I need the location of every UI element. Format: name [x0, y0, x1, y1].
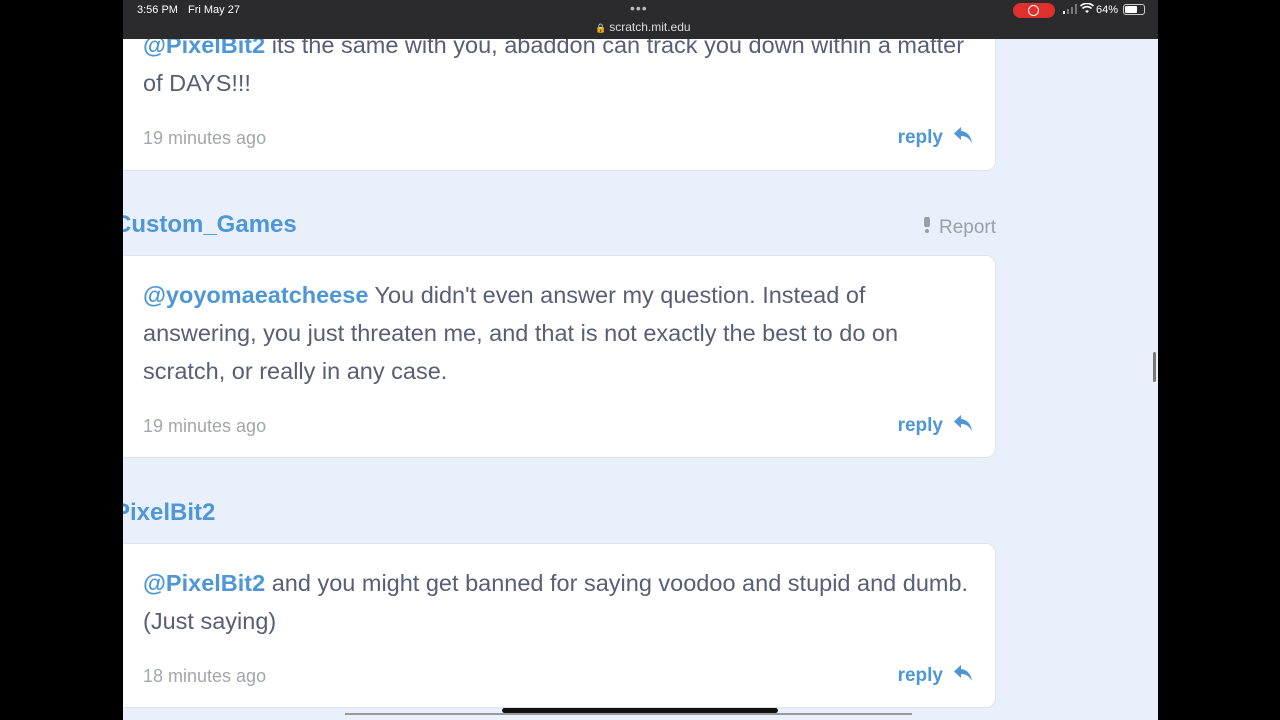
comment-mention-link[interactable]: @PixelBit2: [143, 39, 265, 58]
scrollbar-thumb[interactable]: [1153, 352, 1156, 382]
reply-label: reply: [897, 665, 943, 686]
reply-label: reply: [897, 127, 943, 148]
comment-card: @PixelBit2 and you might get banned for …: [123, 543, 996, 708]
report-icon: [923, 217, 931, 239]
comments-page: @PixelBit2 its the same with you, abaddo…: [123, 39, 1158, 720]
status-time: 3:56 PM: [137, 4, 178, 16]
comment-card: @PixelBit2 its the same with you, abaddo…: [123, 39, 996, 171]
comment-body: @PixelBit2 and you might get banned for …: [143, 564, 971, 640]
comment-mention-link[interactable]: @PixelBit2: [143, 570, 265, 596]
reply-label: reply: [897, 415, 943, 436]
comment-text: its the same with you, abaddon can track…: [143, 39, 965, 96]
reply-icon: [953, 664, 973, 688]
url-text: scratch.mit.edu: [609, 20, 691, 34]
comment-text: and you might get banned for saying vood…: [143, 570, 969, 634]
comment-card: @yoyomaeatcheese You didn't even answer …: [123, 255, 996, 458]
horizontal-scrollbar: [345, 713, 912, 715]
home-indicator[interactable]: [502, 708, 778, 713]
screen-recording-icon[interactable]: [1013, 3, 1055, 18]
comment-body: @PixelBit2 its the same with you, abaddo…: [143, 39, 971, 102]
reply-button[interactable]: reply: [898, 126, 973, 150]
reply-button[interactable]: reply: [898, 414, 973, 438]
wifi-icon: [1079, 2, 1095, 17]
comment-timestamp: 19 minutes ago: [143, 128, 267, 148]
multitasking-dots-icon[interactable]: •••: [630, 0, 648, 16]
comment-username-link[interactable]: Custom_Games: [123, 211, 297, 239]
reply-button[interactable]: reply: [898, 664, 973, 688]
comment-username-link[interactable]: PixelBit2: [123, 499, 215, 527]
comment-timestamp: 19 minutes ago: [143, 416, 267, 436]
report-button[interactable]: Report: [923, 217, 996, 239]
battery-percent: 64%: [1096, 4, 1119, 16]
battery-icon: [1123, 4, 1145, 15]
comment-body: @yoyomaeatcheese You didn't even answer …: [143, 276, 971, 390]
comment-mention-link[interactable]: @yoyomaeatcheese: [143, 282, 368, 308]
comment-timestamp: 18 minutes ago: [143, 666, 267, 686]
status-bar: 3:56 PM Fri May 27 ••• 🔒 scratch.mit.edu …: [123, 0, 1158, 39]
address-bar[interactable]: 🔒 scratch.mit.edu: [595, 20, 691, 34]
reply-icon: [953, 126, 973, 150]
reply-icon: [953, 414, 973, 438]
signal-icon: [1063, 4, 1077, 17]
report-label: Report: [938, 217, 996, 238]
status-date: Fri May 27: [188, 4, 240, 16]
lock-icon: 🔒: [595, 23, 607, 33]
